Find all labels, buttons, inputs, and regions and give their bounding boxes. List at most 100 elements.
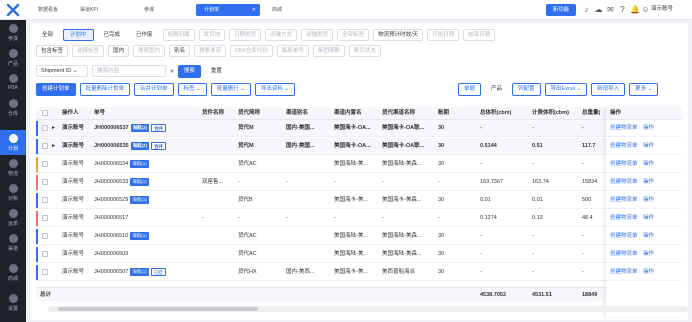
create-logistics-link[interactable]: 创建物流单 [610, 197, 638, 203]
row-no-text[interactable]: JH000006533 [94, 179, 128, 185]
domestic-label[interactable]: 国内 [108, 45, 130, 57]
row-no[interactable]: JH000006534 海航(1) [94, 156, 200, 173]
chevron-right-icon[interactable]: » [170, 68, 174, 75]
checkbox[interactable] [42, 160, 48, 167]
search-input[interactable]: 搜索内容 [92, 65, 166, 77]
operate-link[interactable]: 操作 [643, 125, 654, 131]
sidebar-item-advisor[interactable]: 参谋 [0, 20, 26, 45]
cloud-icon[interactable]: ☁ [594, 5, 603, 14]
status-all[interactable]: 全部 [36, 29, 59, 41]
status-planning[interactable]: 计划中 [63, 29, 94, 41]
row-no[interactable]: JH000006510 海航(1) [94, 228, 200, 245]
date-end-input[interactable]: 结束日期 [463, 29, 496, 41]
operate-link[interactable]: 操作 [643, 251, 654, 257]
row-no-text[interactable]: JH000006534 [94, 161, 128, 167]
row-no-text[interactable]: JH000006517 [94, 215, 128, 221]
latest-no-field[interactable]: 最新单号 [276, 45, 309, 57]
merge-plan-button[interactable]: 合并计划单 [134, 82, 174, 96]
expand-arrow-icon[interactable]: ▸ [52, 138, 55, 155]
date-start-input[interactable]: 开始日期 [427, 29, 460, 41]
table-row[interactable]: 演示账号 JH000006517 - - - - - - 0.1274 0.13 48.4 [36, 210, 682, 227]
row-no[interactable]: JH000006535 海航(2) 合并 [94, 138, 200, 155]
view-document-button[interactable]: 单据 [458, 82, 482, 96]
row-no-text[interactable]: JH000006529 [94, 197, 128, 203]
table-row[interactable]: 演示账号 JH000006529 海航(1) 货代B 美国海卡-美... 美国海卡-美森.… [36, 192, 682, 209]
more-button[interactable]: 更多 ⌄ [629, 82, 659, 96]
bell-icon[interactable]: ♪ [582, 5, 591, 14]
checkbox[interactable] [42, 124, 48, 131]
table-row[interactable]: 演示账号 JH000006509 货代AC 美国海陆-美... 美国海陆-美森... 30… [36, 246, 682, 263]
checkbox[interactable] [42, 109, 48, 116]
create-logistics-link[interactable]: 创建物流单 [610, 269, 638, 275]
reset-button[interactable]: 重置 [205, 65, 228, 77]
filter-transport[interactable]: 运输方式 [265, 29, 298, 41]
row-checkbox[interactable] [42, 264, 48, 281]
checkbox[interactable] [42, 250, 48, 257]
fba-code-field[interactable]: FBA仓库代码 [230, 45, 273, 57]
checkbox[interactable] [42, 142, 48, 149]
row-no[interactable]: JH000006517 [94, 210, 200, 227]
tags-select[interactable]: 选择标签 [72, 45, 105, 57]
operate-link[interactable]: 操作 [643, 179, 654, 185]
row-checkbox[interactable] [42, 120, 48, 137]
status-void[interactable]: 已作废 [130, 29, 159, 41]
row-no[interactable]: JH000006529 海航(1) [94, 192, 200, 209]
tab-advisor[interactable]: 参谋 [136, 4, 162, 16]
help-icon[interactable]: ? [618, 5, 627, 14]
table-row[interactable]: 演示账号 JH000006510 海航(1) 货代AC 美国海陆-美... 美国海陆-美森… [36, 228, 682, 245]
row-no-text[interactable]: JH000006507 [94, 269, 128, 275]
tab-mall[interactable]: 商城 [264, 4, 290, 16]
filter-origin[interactable]: 发货地 [198, 29, 226, 41]
sidebar-item-mall[interactable]: 商城 [0, 260, 26, 285]
tab-dashboard[interactable]: 数据看板 [30, 4, 66, 16]
view-product-button[interactable]: 产品 [485, 83, 508, 95]
row-no[interactable]: JH000006533 海航(1) [94, 174, 200, 191]
tab-plan-order[interactable]: 计划单 ✕ [196, 4, 260, 16]
create-plan-button[interactable]: 创建计划单 [36, 82, 76, 96]
create-logistics-link[interactable]: 创建物流单 [610, 179, 638, 185]
search-button[interactable]: 搜索 [177, 64, 201, 78]
export-excel-button[interactable]: 导出Excel ⌄ [544, 82, 588, 96]
close-icon[interactable]: ✕ [252, 4, 256, 16]
create-logistics-link[interactable]: 创建物流单 [610, 215, 638, 221]
tab-channel-kpi[interactable]: 渠道KPI [72, 4, 106, 16]
search-field-select[interactable]: Shipment ID ⌄ [36, 65, 88, 77]
operate-link[interactable]: 操作 [643, 161, 654, 167]
checkbox[interactable] [42, 214, 48, 221]
sidebar-item-settings[interactable]: 设置 [0, 290, 26, 315]
table-row[interactable]: 演示账号 JH000006507 海航(1) 已结 货代HX 国内-美西... 美国海卡-美… [36, 264, 682, 281]
column-config-button[interactable]: 列配置 [512, 82, 541, 96]
batch-delete-button[interactable]: 批量删除计划单 [79, 82, 131, 96]
row-no-text[interactable]: JH000006535 [94, 143, 129, 149]
sidebar-item-product[interactable]: 产品 [0, 45, 26, 70]
add-import-button[interactable]: 新增导入 [591, 82, 626, 96]
row-no[interactable]: JH000006507 海航(1) 已结 [94, 264, 200, 281]
operate-link[interactable]: 操作 [643, 215, 654, 221]
horizontal-scrollbar[interactable] [48, 306, 688, 312]
filter-permission[interactable]: 权限归属 [162, 29, 195, 41]
checkbox[interactable] [42, 196, 48, 203]
row-no-text[interactable]: JH000006510 [94, 233, 128, 239]
create-logistics-link[interactable]: 创建物流单 [610, 251, 638, 257]
filter-tags[interactable]: 全部标签 [337, 29, 370, 41]
user-avatar-icon[interactable]: ☺ [641, 5, 650, 14]
row-checkbox[interactable] [42, 156, 48, 173]
cycle-field[interactable]: 集团周期 [312, 45, 345, 57]
app-logo-icon[interactable] [6, 3, 20, 17]
filter-eta-days[interactable]: 物流预计时效/天 [373, 29, 424, 41]
user-name[interactable]: 演示账号 [651, 5, 673, 14]
operate-link[interactable]: 操作 [643, 269, 654, 275]
domestic-search[interactable]: 搜索国内 [133, 45, 166, 57]
channel-search[interactable]: 搜索渠道 [194, 45, 227, 57]
create-logistics-link[interactable]: 创建物流单 [610, 125, 638, 131]
operate-link[interactable]: 操作 [643, 143, 654, 149]
filter-date-type[interactable]: 日期类型 [229, 29, 262, 41]
batch-delete-row-button[interactable]: 批量删行 ⌄ [210, 82, 251, 96]
sidebar-item-fba[interactable]: FBA [0, 70, 26, 95]
row-checkbox[interactable] [42, 228, 48, 245]
row-checkbox[interactable] [42, 192, 48, 209]
sidebar-item-plan[interactable]: 计划 [0, 130, 26, 155]
status-done[interactable]: 已完成 [98, 29, 127, 41]
chat-icon[interactable]: ✉ [606, 5, 615, 14]
row-no[interactable]: JH000006509 [94, 246, 200, 263]
